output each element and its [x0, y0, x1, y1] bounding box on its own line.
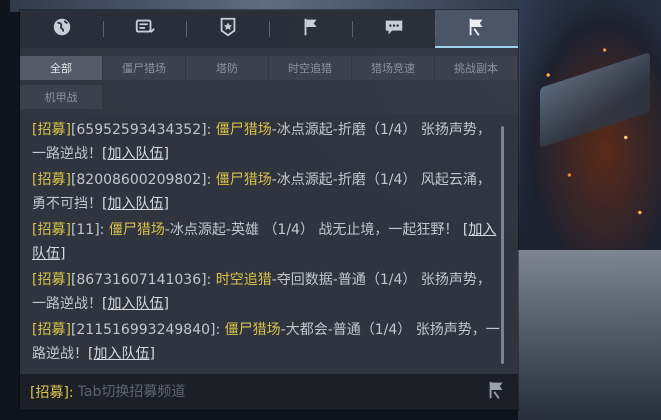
- channel-tabs: [20, 10, 518, 48]
- tab-private-chat[interactable]: [352, 10, 435, 48]
- globe-icon: [51, 16, 73, 42]
- recruit-message: [招募][86731607141036]: 时空追猎-夺回数据-普通（1/4） …: [32, 268, 502, 316]
- recruit-message: [招募][65952593434352]: 僵尸猎场-冰点源起-折磨（1/4） …: [32, 118, 502, 166]
- tab-guild[interactable]: [186, 10, 269, 48]
- message-tag: [招募]: [32, 322, 71, 338]
- game-mode: 僵尸猎场: [215, 122, 272, 138]
- join-team-link[interactable]: [加入队伍]: [88, 346, 155, 362]
- subtab-tower-defense[interactable]: 塔防: [186, 56, 268, 80]
- team-id: [211516993249840]:: [70, 322, 221, 338]
- game-mode: 僵尸猎场: [215, 172, 272, 188]
- team-card-icon: [134, 16, 156, 42]
- tab-world[interactable]: [20, 10, 103, 48]
- team-id: [65952593434352]:: [70, 122, 212, 138]
- recruit-message: [招募][211516993249840]: 僵尸猎场-大都会-普通（1/4） …: [32, 318, 502, 366]
- background-console: [518, 250, 661, 420]
- recruit-send-button[interactable]: [480, 375, 514, 409]
- subtab-zombie-hunt[interactable]: 僵尸猎场: [103, 56, 185, 80]
- team-id: [82008600209802]:: [70, 172, 212, 188]
- chat-input-bar: [招募]:: [20, 374, 518, 410]
- star-badge-icon: [217, 16, 239, 42]
- tab-flag[interactable]: [269, 10, 352, 48]
- message-tag: [招募]: [32, 222, 71, 238]
- game-mode: 僵尸猎场: [108, 222, 165, 238]
- flag-icon: [300, 16, 322, 42]
- team-id: [86731607141036]:: [70, 272, 212, 288]
- join-team-link[interactable]: [加入队伍]: [102, 296, 169, 312]
- tab-team[interactable]: [103, 10, 186, 48]
- recruit-flag-icon: [486, 379, 508, 405]
- message-detail: -冰点源起-英雄 （1/4） 战无止境，一起狂野！: [164, 222, 459, 238]
- chat-panel: 全部 僵尸猎场 塔防 时空追猎 猎场竞速 挑战副本 机甲战 [招募][65952…: [20, 10, 518, 410]
- recruit-message: [招募][11]: 僵尸猎场-冰点源起-英雄 （1/4） 战无止境，一起狂野！ …: [32, 218, 502, 266]
- input-channel-tag: [招募]:: [30, 385, 74, 401]
- subtab-speed-run[interactable]: 猎场竞速: [352, 56, 434, 80]
- recruit-flag-icon: [466, 16, 488, 42]
- recruit-message: [招募][82008600209802]: 僵尸猎场-冰点源起-折磨（1/4） …: [32, 168, 502, 216]
- message-list: [招募][65952593434352]: 僵尸猎场-冰点源起-折磨（1/4） …: [32, 118, 502, 368]
- team-id: [11]:: [70, 222, 105, 238]
- chat-input[interactable]: [73, 376, 480, 408]
- recruit-filter-tabs: 全部 僵尸猎场 塔防 时空追猎 猎场竞速 挑战副本 机甲战: [20, 56, 518, 114]
- scrollbar[interactable]: [501, 126, 504, 364]
- subtab-time-hunt[interactable]: 时空追猎: [269, 56, 351, 80]
- join-team-link[interactable]: [加入队伍]: [102, 146, 169, 162]
- game-mode: 时空追猎: [215, 272, 272, 288]
- message-tag: [招募]: [32, 172, 71, 188]
- game-mode: 僵尸猎场: [224, 322, 281, 338]
- subtab-mech-battle[interactable]: 机甲战: [20, 85, 102, 109]
- tab-recruit[interactable]: [435, 10, 518, 48]
- subtab-all[interactable]: 全部: [20, 56, 102, 80]
- message-tag: [招募]: [32, 122, 71, 138]
- message-tag: [招募]: [32, 272, 71, 288]
- chat-bubble-icon: [383, 16, 405, 42]
- message-list-area: [招募][65952593434352]: 僵尸猎场-冰点源起-折磨（1/4） …: [20, 114, 518, 372]
- join-team-link[interactable]: [加入队伍]: [102, 196, 169, 212]
- subtab-challenge[interactable]: 挑战副本: [435, 56, 517, 80]
